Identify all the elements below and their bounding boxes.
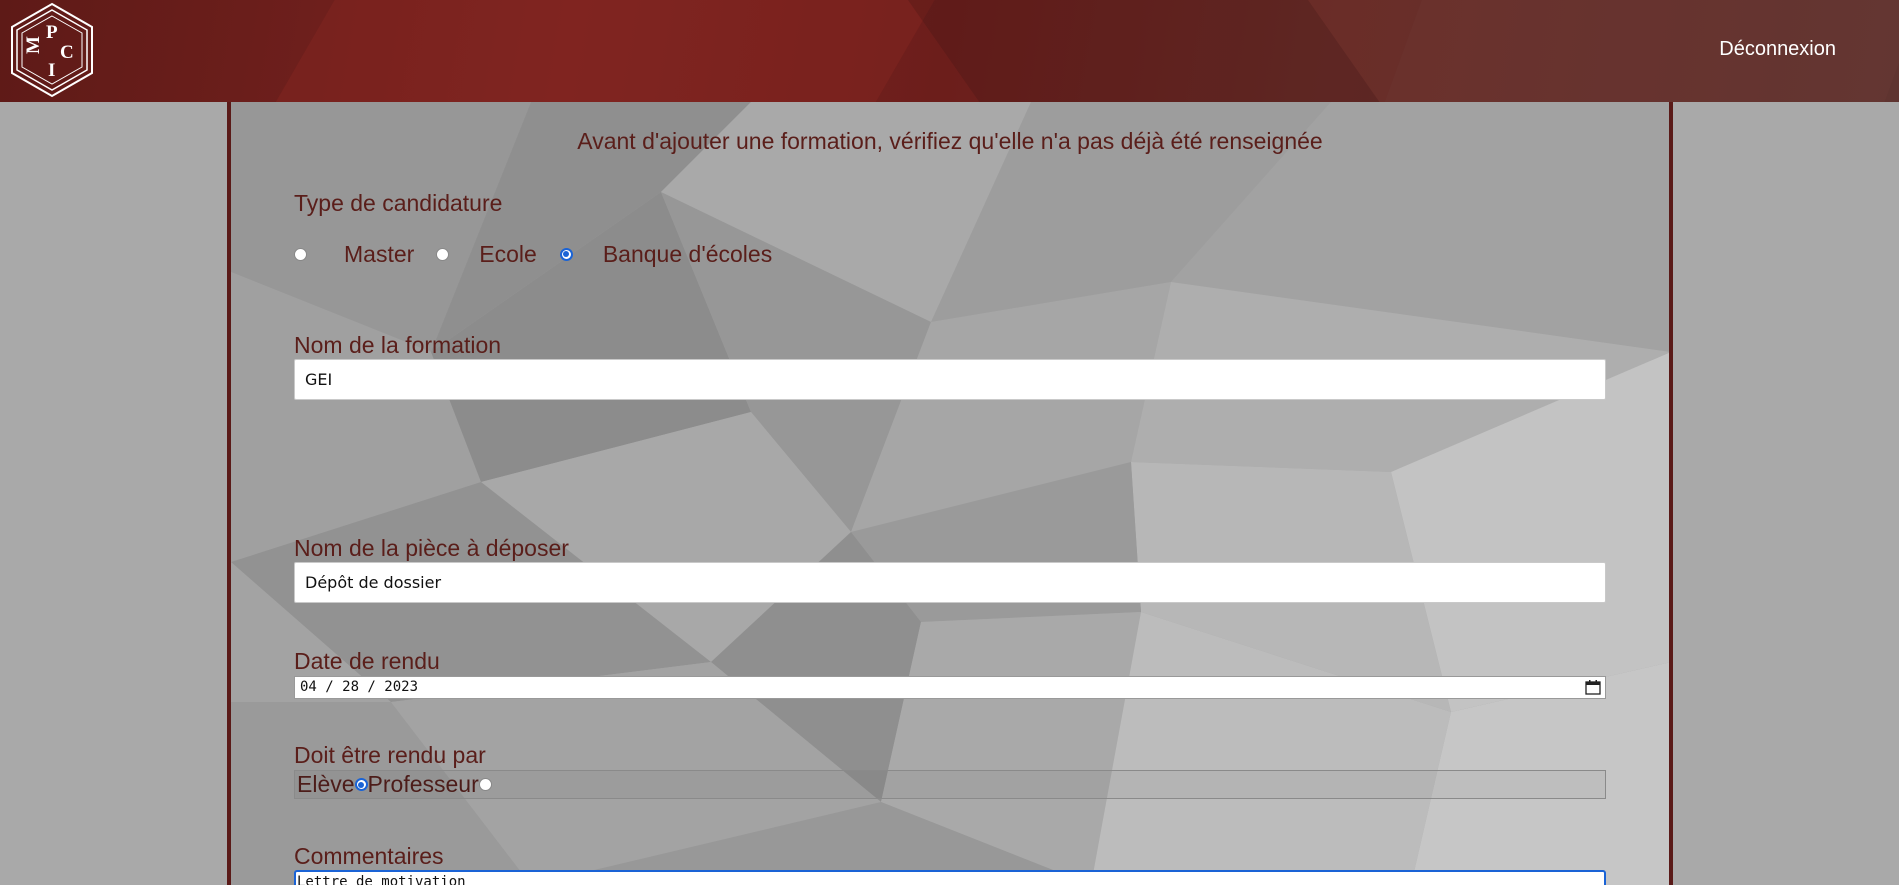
radio-master[interactable] xyxy=(294,247,307,261)
radio-eleve-label: Elève xyxy=(297,771,355,797)
svg-text:M: M xyxy=(23,36,44,54)
radio-professeur[interactable] xyxy=(478,778,492,791)
radio-ecole-label: Ecole xyxy=(479,240,537,267)
date-label: Date de rendu xyxy=(294,648,440,674)
rendu-fieldset: Elève Professeur xyxy=(294,770,1606,799)
rendu-label: Doit être rendu par xyxy=(294,742,486,768)
calendar-icon[interactable] xyxy=(1585,680,1601,695)
svg-text:P: P xyxy=(46,22,58,43)
piece-label: Nom de la pièce à déposer xyxy=(294,535,569,561)
radio-eleve[interactable] xyxy=(354,778,368,791)
date-input[interactable]: 04 / 28 / 2023 xyxy=(294,676,1606,699)
radio-banque-ecoles-label: Banque d'écoles xyxy=(602,240,773,267)
radio-banque-ecoles[interactable] xyxy=(559,247,573,261)
comments-label: Commentaires xyxy=(294,843,444,869)
formation-input[interactable]: GEI xyxy=(294,359,1606,400)
type-radio-group: Master Ecole Banque d'écoles xyxy=(294,239,772,269)
piece-input[interactable]: Dépôt de dossier xyxy=(294,562,1606,603)
logout-link[interactable]: Déconnexion xyxy=(1719,38,1836,61)
ipcm-logo[interactable]: M P C I xyxy=(4,2,100,98)
formation-label: Nom de la formation xyxy=(294,332,502,358)
form-content: Avant d'ajouter une formation, vérifiez … xyxy=(231,102,1669,885)
header-facet xyxy=(242,0,958,102)
duplicate-notice: Avant d'ajouter une formation, vérifiez … xyxy=(577,128,1323,154)
top-header: M P C I Déconnexion xyxy=(0,0,1899,102)
radio-ecole[interactable] xyxy=(436,247,450,261)
svg-text:C: C xyxy=(60,42,74,63)
header-facet xyxy=(893,0,1407,102)
radio-master-label: Master xyxy=(344,240,415,267)
date-value: 04 / 28 / 2023 xyxy=(300,679,419,695)
comments-textarea[interactable]: Lettre de motivation xyxy=(294,870,1606,885)
type-label: Type de candidature xyxy=(294,190,503,216)
radio-professeur-label: Professeur xyxy=(367,771,479,797)
main-panel: Avant d'ajouter une formation, vérifiez … xyxy=(227,102,1673,885)
svg-text:I: I xyxy=(48,60,55,81)
